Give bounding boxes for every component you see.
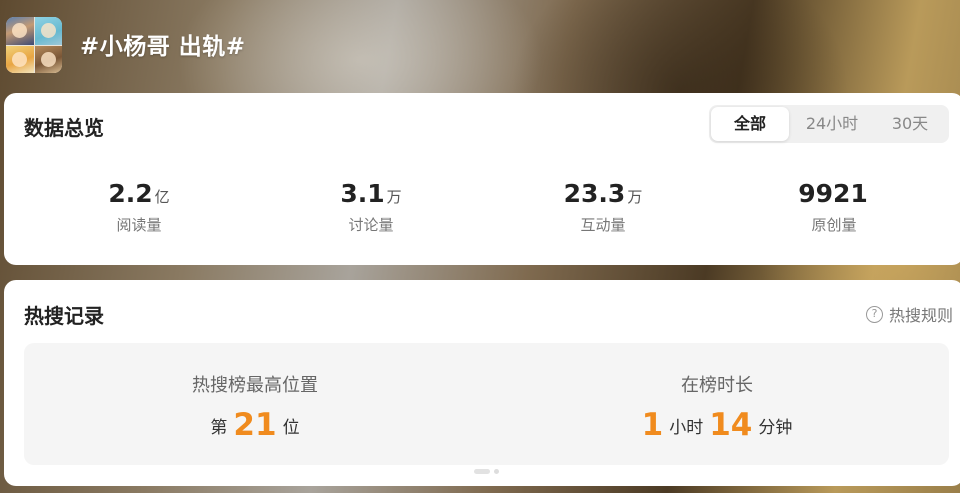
- stat-label: 互动量: [580, 216, 626, 234]
- tab-30d[interactable]: 30天: [873, 107, 947, 141]
- highest-position-label: 热搜榜最高位置: [192, 375, 318, 396]
- pager-dots: [474, 469, 499, 474]
- topic-header: #小杨哥 出轨#: [0, 0, 960, 90]
- stat-read: 2.2 亿 阅读量: [24, 179, 254, 235]
- stat-label: 讨论量: [348, 216, 394, 234]
- avatar-tile: [6, 45, 34, 73]
- avatar-tile: [34, 45, 62, 73]
- avatar-tile: [34, 17, 62, 45]
- hot-search-stats-panel: 热搜榜最高位置 第 21 位 在榜时长 1 小时 14 分钟: [24, 343, 949, 465]
- hot-search-rules-link[interactable]: ? 热搜规则: [865, 302, 953, 326]
- highest-position-value: 第 21 位: [210, 407, 300, 443]
- pager-dot-active[interactable]: [474, 469, 490, 474]
- tab-24h[interactable]: 24小时: [793, 107, 871, 141]
- duration-label: 在榜时长: [681, 375, 753, 396]
- hot-search-card: 热搜记录 ? 热搜规则 热搜榜最高位置 第 21 位 在榜时长 1 小时 14 分钟: [4, 280, 960, 486]
- stat-interact: 23.3 万 互动量: [488, 179, 718, 235]
- topic-avatar: [6, 17, 62, 73]
- pager-dot[interactable]: [494, 469, 499, 474]
- stat-original: 9921 原创量: [719, 179, 949, 235]
- rules-label: 热搜规则: [888, 306, 953, 325]
- stat-label: 阅读量: [116, 216, 162, 234]
- time-range-tabs: 全部 24小时 30天: [709, 105, 949, 143]
- hot-search-title: 热搜记录: [24, 304, 104, 328]
- avatar-tile: [6, 17, 34, 45]
- overview-title: 数据总览: [24, 116, 104, 140]
- tab-all[interactable]: 全部: [711, 107, 789, 141]
- stat-value: 3.1 万: [340, 179, 402, 208]
- duration-on-list: 在榜时长 1 小时 14 分钟: [486, 371, 948, 443]
- stat-discuss: 3.1 万 讨论量: [256, 179, 486, 235]
- highest-position: 热搜榜最高位置 第 21 位: [24, 371, 486, 443]
- data-overview-card: 数据总览 全部 24小时 30天 2.2 亿 阅读量 3.1 万 讨论量 23.3 万…: [4, 93, 960, 265]
- stat-value: 23.3 万: [563, 179, 643, 208]
- stat-label: 原创量: [811, 216, 857, 234]
- duration-value: 1 小时 14 分钟: [641, 407, 793, 443]
- topic-title: #小杨哥 出轨#: [80, 34, 246, 60]
- question-circle-icon: ?: [865, 305, 883, 323]
- stat-value: 9921: [798, 179, 868, 208]
- stat-value: 2.2 亿: [108, 179, 170, 208]
